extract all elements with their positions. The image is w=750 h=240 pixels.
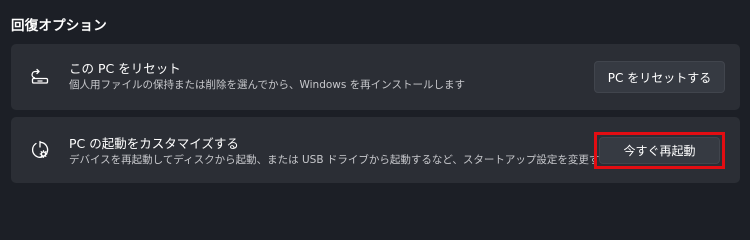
- restart-now-button[interactable]: 今すぐ再起動: [599, 137, 720, 164]
- advanced-startup-icon: [28, 138, 52, 162]
- reset-pc-button[interactable]: PC をリセットする: [594, 61, 725, 93]
- advanced-startup-title: PC の起動をカスタマイズする: [69, 136, 239, 151]
- advanced-startup-description: デバイスを再起動してディスクから起動、または USB ドライブから起動するなど、…: [69, 154, 610, 166]
- reset-pc-card: この PC をリセット 個人用ファイルの保持または削除を選んでから、Window…: [11, 44, 740, 110]
- restart-button-highlight: 今すぐ再起動: [594, 132, 725, 169]
- reset-pc-title: この PC をリセット: [69, 61, 181, 76]
- reset-pc-description: 個人用ファイルの保持または削除を選んでから、Windows を再インストールしま…: [69, 79, 465, 91]
- reset-pc-icon: [28, 65, 52, 89]
- section-title: 回復オプション: [11, 18, 107, 34]
- advanced-startup-card: PC の起動をカスタマイズする デバイスを再起動してディスクから起動、または U…: [11, 117, 740, 183]
